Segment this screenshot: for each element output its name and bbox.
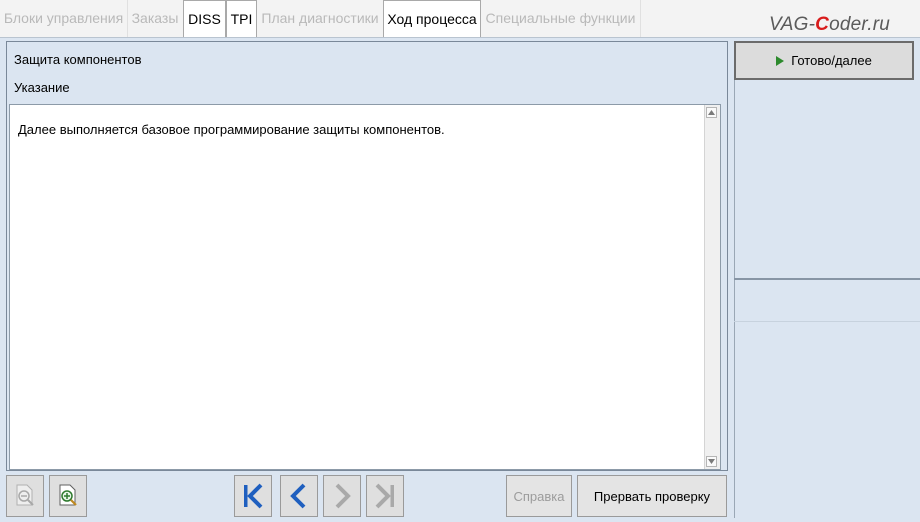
first-step-icon [244,483,263,509]
last-step-icon [375,483,394,509]
vertical-scrollbar[interactable] [704,105,720,469]
next-step-button[interactable] [323,475,361,517]
abort-check-button[interactable]: Прервать проверку [577,475,727,517]
previous-step-button[interactable] [280,475,318,517]
right-panel: Готово/далее [734,41,920,519]
ready-next-button[interactable]: Готово/далее [734,41,914,80]
zoom-in-icon [59,484,77,506]
zoom-out-button[interactable] [6,475,44,517]
bottom-toolbar: Справка Прервать проверку [0,472,734,522]
zoom-in-button[interactable] [49,475,87,517]
watermark-prefix: VAG- [768,14,816,35]
watermark-logo: VAG-Coder.ru [769,14,890,36]
tab-diagnostic-plan[interactable]: План диагностики [257,0,384,37]
tab-special-functions[interactable]: Специальные функции [481,0,641,37]
tab-control-units[interactable]: Блоки управления [0,0,128,37]
tab-bar: Блоки управления Заказы DISS TPI План ди… [0,0,920,38]
help-button[interactable]: Справка [506,475,572,517]
ready-next-label: Готово/далее [791,53,872,68]
watermark-highlight: C [815,14,830,35]
page-subtitle: Указание [14,80,70,95]
chevron-right-icon [335,483,351,509]
tab-orders[interactable]: Заказы [127,0,184,37]
page-title: Защита компонентов [14,52,142,67]
right-panel-divider-thin [734,321,920,322]
tab-process-progress[interactable]: Ход процесса [383,0,481,37]
first-step-button[interactable] [234,475,272,517]
last-step-button[interactable] [366,475,404,517]
play-icon [776,55,785,66]
instruction-text: Далее выполняется базовое программирован… [18,122,445,137]
content-area: Далее выполняется базовое программирован… [9,104,721,470]
main-panel: Защита компонентов Указание Далее выполн… [6,41,728,471]
scroll-down-icon[interactable] [706,456,717,467]
right-panel-divider [734,278,920,280]
right-panel-border [734,80,735,518]
chevron-left-icon [290,483,306,509]
scroll-up-icon[interactable] [706,107,717,118]
tab-tpi[interactable]: TPI [226,0,257,37]
tab-diss[interactable]: DISS [183,0,226,37]
zoom-out-icon [16,484,34,506]
watermark-suffix: oder.ru [829,14,890,35]
